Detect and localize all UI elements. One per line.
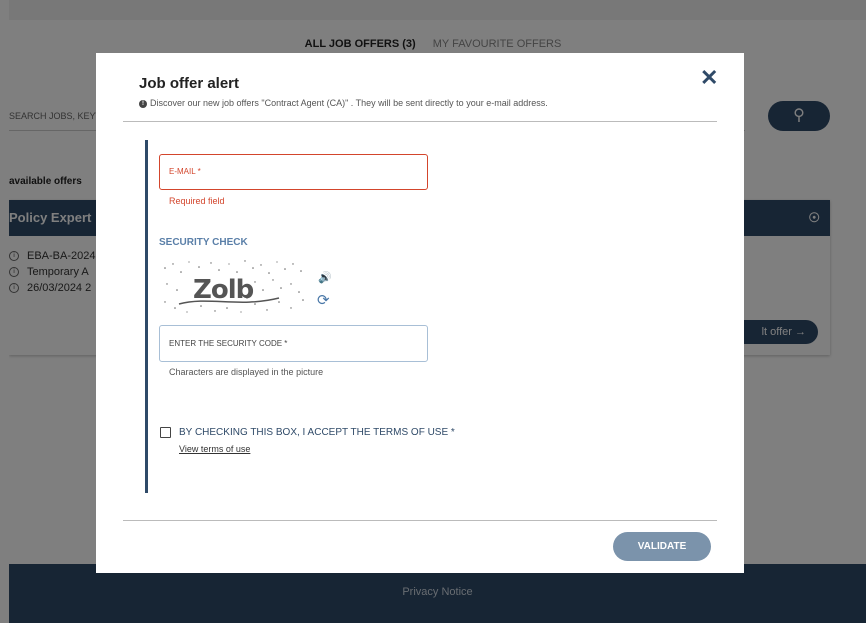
divider <box>123 121 717 122</box>
security-code-field[interactable]: ENTER THE SECURITY CODE * <box>159 325 428 362</box>
email-field[interactable]: E-MAIL * <box>159 154 428 190</box>
job-alert-modal: Job offer alert ! Discover our new job of… <box>96 53 744 573</box>
email-error: Required field <box>169 196 225 206</box>
modal-title: Job offer alert <box>139 75 240 92</box>
terms-link[interactable]: View terms of use <box>179 444 250 454</box>
validate-button[interactable]: VALIDATE <box>613 532 711 561</box>
close-icon[interactable]: ✕ <box>700 67 718 89</box>
divider <box>123 520 717 521</box>
captcha-image: Zolb <box>159 258 309 316</box>
security-code-hint: Characters are displayed in the picture <box>169 367 324 377</box>
refresh-icon[interactable]: ⟳ <box>317 293 330 308</box>
speaker-icon[interactable]: 🔊 <box>318 271 332 284</box>
security-check-title: SECURITY CHECK <box>159 237 248 248</box>
form-accent-bar <box>145 140 148 493</box>
info-icon: ! <box>139 99 147 108</box>
terms-checkbox[interactable] <box>160 427 171 438</box>
terms-label[interactable]: BY CHECKING THIS BOX, I ACCEPT THE TERMS… <box>179 427 455 438</box>
captcha-svg: Zolb <box>164 260 304 313</box>
modal-subtitle: ! Discover our new job offers "Contract A… <box>139 98 548 108</box>
